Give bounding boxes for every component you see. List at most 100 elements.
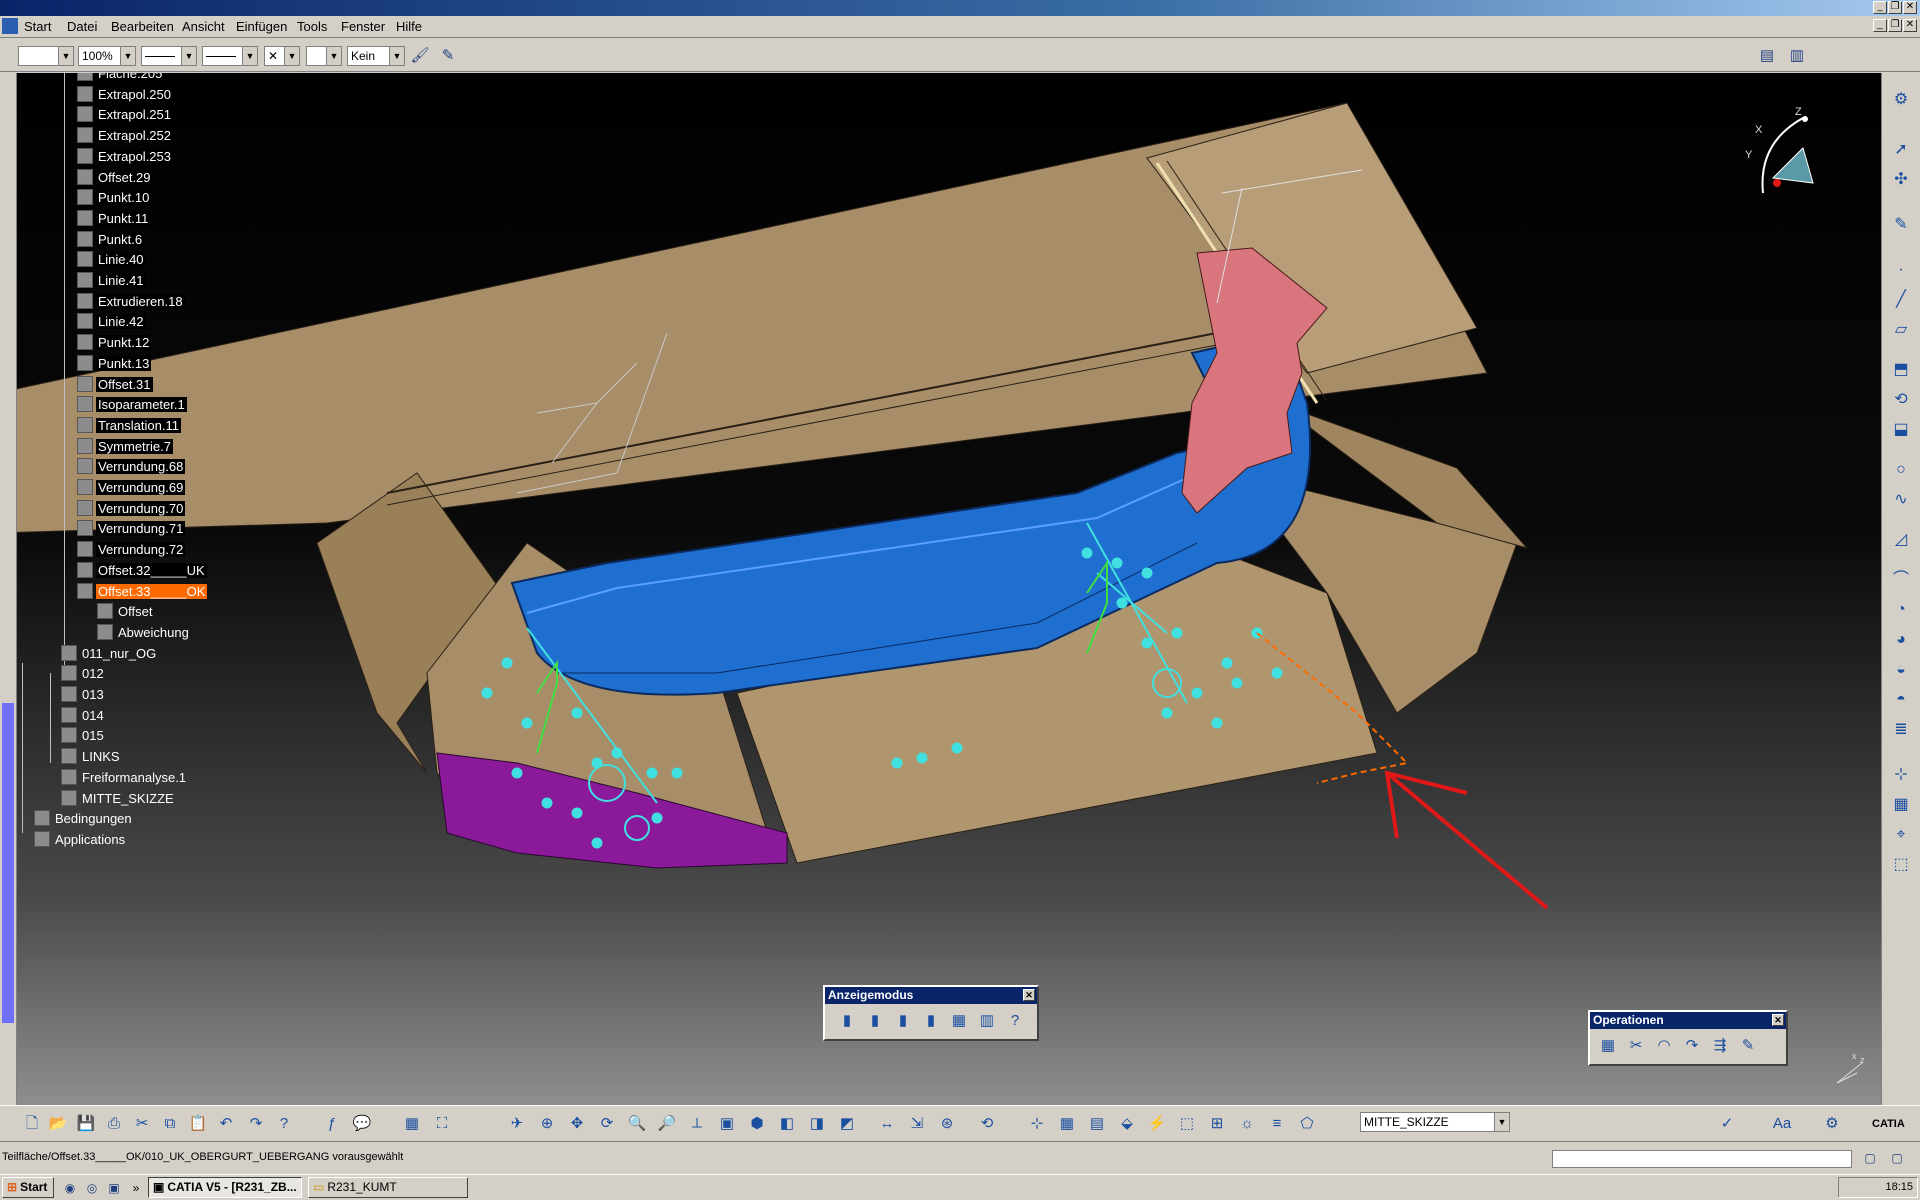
fill-icon[interactable]: ◕ — [1889, 628, 1913, 652]
hide-show-icon[interactable]: ◨ — [805, 1112, 829, 1136]
close-icon[interactable]: ✕ — [1023, 989, 1035, 1001]
multi-section-icon[interactable]: ◓ — [1889, 688, 1913, 712]
menu-tools[interactable]: Tools — [297, 19, 327, 34]
painter-icon[interactable]: 🖌 — [408, 44, 432, 68]
measure-between-icon[interactable]: ↔ — [875, 1112, 899, 1136]
tree-node[interactable]: Verrundung.71 — [77, 520, 186, 538]
tree-node[interactable]: 012 — [61, 665, 106, 683]
ie-icon[interactable]: ◉ — [58, 1176, 82, 1200]
tree-icon[interactable]: ⊞ — [1205, 1112, 1229, 1136]
compass-icon[interactable]: X Z Y — [1743, 103, 1823, 203]
tile-horizontal-icon[interactable]: ▤ — [1755, 44, 1779, 68]
settings-icon[interactable]: ⚙ — [1820, 1112, 1844, 1136]
3d-viewport[interactable]: X Z Y z x Fläche.205 Extrapol.250 Extrapol… — [17, 73, 1881, 1105]
copy-icon[interactable]: ⧉ — [158, 1112, 182, 1136]
tree-node[interactable]: MITTE_SKIZZE — [61, 789, 176, 808]
redo-icon[interactable]: ↷ — [244, 1112, 268, 1136]
menu-hilfe[interactable]: Hilfe — [396, 19, 422, 34]
tree-node[interactable]: LINKS — [61, 748, 122, 766]
status-icon-2[interactable]: ▢ — [1885, 1146, 1909, 1170]
spline-icon[interactable]: ∿ — [1889, 488, 1913, 512]
tree-node[interactable]: Verrundung.69 — [77, 479, 186, 497]
status-icon[interactable]: ▢ — [1858, 1146, 1882, 1170]
custom-view-icon[interactable]: ? — [1003, 1009, 1027, 1033]
cut-icon[interactable]: ✂ — [130, 1112, 154, 1136]
catalog-icon[interactable]: ⛶ — [430, 1112, 454, 1136]
doc-minimize-icon[interactable]: _ — [1873, 19, 1887, 32]
tree-node[interactable]: Punkt.13 — [77, 354, 152, 373]
pan-icon[interactable]: ✥ — [565, 1112, 589, 1136]
new-icon[interactable]: 🗋 — [20, 1112, 44, 1136]
tree-node[interactable]: Punkt.6 — [77, 230, 145, 249]
analysis-icon[interactable]: ⊹ — [1889, 763, 1913, 787]
tree-node[interactable]: Symmetrie.7 — [77, 437, 173, 456]
fly-mode-icon[interactable]: ✈ — [505, 1112, 529, 1136]
layer-icon[interactable]: ≣ — [1889, 718, 1913, 742]
menu-datei[interactable]: Datei — [67, 19, 97, 34]
doc-restore-icon[interactable]: ❐ — [1888, 19, 1902, 32]
fillet-icon[interactable]: ◠ — [1652, 1034, 1676, 1058]
tree-node[interactable]: Fläche.205 — [77, 73, 165, 83]
list-icon[interactable]: ≡ — [1265, 1112, 1289, 1136]
undo-icon[interactable]: ↶ — [214, 1112, 238, 1136]
cad-geometry[interactable] — [17, 73, 1881, 1105]
formula-icon[interactable]: ƒ — [320, 1112, 344, 1136]
line-type-combo[interactable]: ▼ — [202, 46, 258, 66]
menu-ansicht[interactable]: Ansicht — [182, 19, 225, 34]
tree-node[interactable]: Offset.31 — [77, 375, 153, 394]
tree-node[interactable]: Offset.29 — [77, 168, 153, 187]
doc-close-icon[interactable]: ✕ — [1903, 19, 1917, 32]
iso-view-icon[interactable]: ⬢ — [745, 1112, 769, 1136]
table-icon[interactable]: ▦ — [400, 1112, 424, 1136]
command-input[interactable] — [1552, 1150, 1852, 1168]
split-icon[interactable]: ✂ — [1624, 1034, 1648, 1058]
measure-inertia-icon[interactable]: ⊛ — [935, 1112, 959, 1136]
shading-no-smooth-icon[interactable]: ▮ — [891, 1009, 915, 1033]
paste-icon[interactable]: 📋 — [186, 1112, 210, 1136]
properties-icon[interactable]: ✎ — [436, 44, 460, 68]
hybrid-icon[interactable]: ⬚ — [1175, 1112, 1199, 1136]
menu-start[interactable]: Start — [24, 19, 51, 34]
grid-icon[interactable]: ▦ — [1889, 793, 1913, 817]
color-combo[interactable]: ▼ — [18, 46, 74, 66]
restore-icon[interactable]: ❐ — [1888, 1, 1902, 14]
tree-node[interactable]: Verrundung.68 — [77, 458, 186, 476]
measure-icon[interactable]: ⌖ — [1889, 823, 1913, 847]
taskbar-folder[interactable]: ▭ R231_KUMT — [308, 1177, 468, 1198]
abc-icon[interactable]: Aa — [1770, 1112, 1794, 1136]
tree-node[interactable]: Punkt.11 — [77, 209, 151, 228]
taskbar-catia[interactable]: ▣ CATIA V5 - [R231_ZB... — [148, 1177, 302, 1198]
swap-space-icon[interactable]: ◩ — [835, 1112, 859, 1136]
tree-node[interactable]: Extrudieren.18 — [77, 292, 185, 311]
line-icon[interactable]: ╱ — [1889, 288, 1913, 312]
sweep-icon[interactable]: ◔ — [1889, 598, 1913, 622]
layer-combo[interactable]: Kein ▼ — [347, 46, 405, 66]
tree-node[interactable]: Verrundung.72 — [77, 541, 186, 559]
extrapolate-icon[interactable]: ↷ — [1680, 1034, 1704, 1058]
fit-all-icon[interactable]: ⊕ — [535, 1112, 559, 1136]
left-scrollbar[interactable] — [0, 73, 17, 1105]
close-icon[interactable]: ✕ — [1903, 1, 1917, 14]
current-sketch-combo[interactable]: MITTE_SKIZZE ▼ — [1360, 1112, 1510, 1132]
tree-node[interactable]: Offset.33_____OK — [77, 582, 208, 601]
shading-edges-icon[interactable]: ▮ — [863, 1009, 887, 1033]
extrude-icon[interactable]: ⬒ — [1889, 358, 1913, 382]
tree-node[interactable]: Linie.40 — [77, 251, 146, 269]
tree-node[interactable]: 013 — [61, 686, 106, 704]
tree-node[interactable]: Extrapol.250 — [77, 85, 173, 104]
curve-icon[interactable]: ⌒ — [1889, 568, 1913, 592]
tree-node[interactable]: Abweichung — [97, 623, 191, 642]
tree-node[interactable]: Extrapol.253 — [77, 147, 173, 166]
multi-select-icon[interactable]: ✣ — [1889, 168, 1913, 192]
tree-node[interactable]: Offset.32_____UK — [77, 561, 207, 580]
tree-node[interactable]: Freiformanalyse.1 — [61, 768, 188, 787]
folder-icon[interactable]: ▣ — [102, 1176, 126, 1200]
zoom-out-icon[interactable]: 🔎 — [655, 1112, 679, 1136]
current-sketch-icon[interactable]: ⬠ — [1295, 1112, 1319, 1136]
tree-node[interactable]: Bedingungen — [34, 810, 134, 828]
highlight-icon[interactable]: ☼ — [1235, 1112, 1259, 1136]
translate-icon[interactable]: ⇶ — [1708, 1034, 1732, 1058]
close-icon[interactable]: ✕ — [1772, 1014, 1784, 1026]
point-type-combo[interactable]: ✕ ▼ — [264, 46, 300, 66]
comment-icon[interactable]: 💬 — [350, 1112, 374, 1136]
